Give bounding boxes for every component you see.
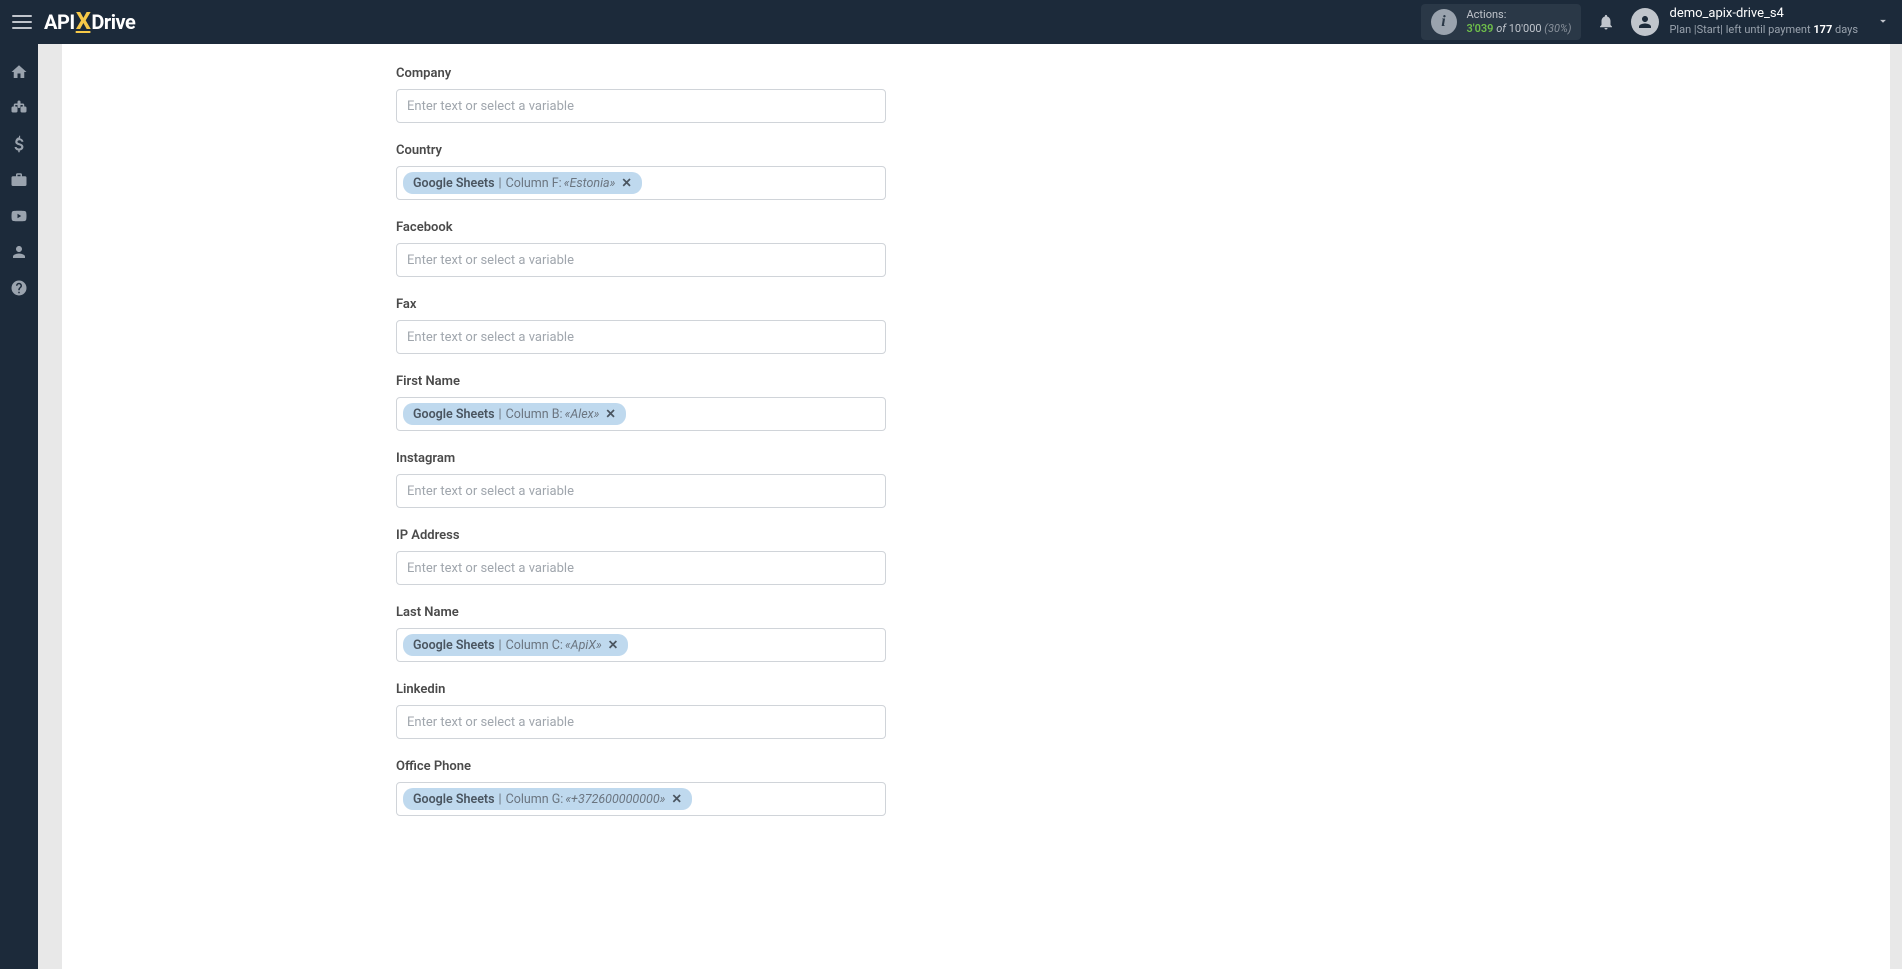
tag-separator: | — [499, 638, 502, 653]
info-icon: i — [1431, 9, 1457, 35]
tag-column: Column G: — [506, 792, 564, 807]
field-label: Fax — [396, 297, 1890, 312]
actions-label: Actions: — [1467, 8, 1572, 22]
field-label: Country — [396, 143, 1890, 158]
form-panel: CompanyEnter text or select a variableCo… — [62, 44, 1890, 969]
close-icon[interactable]: ✕ — [621, 175, 631, 191]
field-input[interactable]: Enter text or select a variable — [396, 89, 886, 123]
user-name: demo_apix-drive_s4 — [1669, 6, 1858, 23]
tag-value: «ApiX» — [565, 638, 602, 653]
field-group: Instagram Enter text or select a variable — [396, 451, 1890, 508]
field-label: Facebook — [396, 220, 1890, 235]
field-placeholder: Enter text or select a variable — [403, 97, 578, 116]
close-icon[interactable]: ✕ — [605, 406, 615, 422]
tag-value: «+372600000000» — [565, 792, 665, 807]
field-label: Company — [396, 66, 1890, 81]
tag-separator: | — [499, 407, 502, 422]
field-input[interactable]: Enter text or select a variable — [396, 551, 886, 585]
field-input[interactable]: Enter text or select a variable — [396, 320, 886, 354]
field-label: Office Phone — [396, 759, 1890, 774]
close-icon[interactable]: ✕ — [671, 791, 681, 807]
variable-tag[interactable]: Google Sheets | Column C: «ApiX» ✕ — [403, 634, 628, 656]
tag-value: «Alex» — [565, 407, 600, 422]
user-text: demo_apix-drive_s4 Plan |Start| left unt… — [1669, 6, 1858, 37]
field-group: IP Address Enter text or select a variabl… — [396, 528, 1890, 585]
variable-tag[interactable]: Google Sheets | Column B: «Alex» ✕ — [403, 403, 626, 425]
sidebar — [0, 44, 38, 969]
user-plan: Plan |Start| left until payment 177 days — [1669, 23, 1858, 37]
field-label: Linkedin — [396, 682, 1890, 697]
logo-part-drive: Drive — [91, 10, 135, 34]
field-input[interactable]: Google Sheets | Column C: «ApiX» ✕ — [396, 628, 886, 662]
field-input[interactable]: Google Sheets | Column F: «Estonia» ✕ — [396, 166, 886, 200]
tag-column: Column F: — [506, 176, 562, 191]
field-group: Company Enter text or select a variable — [396, 66, 1890, 123]
user-icon[interactable] — [9, 242, 29, 262]
field-group: First Name Google Sheets | Column B: «Ale… — [396, 374, 1890, 431]
avatar-icon — [1631, 8, 1659, 36]
field-placeholder: Enter text or select a variable — [403, 559, 578, 578]
field-placeholder: Enter text or select a variable — [403, 328, 578, 347]
tag-column: Column B: — [506, 407, 563, 422]
actions-used: 3'039 — [1467, 22, 1494, 35]
actions-total: 10'000 — [1509, 22, 1542, 35]
field-label: IP Address — [396, 528, 1890, 543]
variable-tag[interactable]: Google Sheets | Column G: «+372600000000… — [403, 788, 692, 810]
tag-column: Column C: — [506, 638, 563, 653]
app-header: APIXDrive i Actions: 3'039 of 10'000 (30… — [0, 0, 1902, 44]
field-group: Linkedin Enter text or select a variable — [396, 682, 1890, 739]
tag-separator: | — [499, 792, 502, 807]
field-label: Instagram — [396, 451, 1890, 466]
actions-of: of — [1496, 22, 1506, 35]
tag-separator: | — [499, 176, 502, 191]
tag-source: Google Sheets — [413, 792, 495, 807]
bell-icon[interactable] — [1597, 13, 1615, 31]
menu-icon[interactable] — [12, 12, 32, 32]
actions-pct: (30%) — [1544, 22, 1571, 35]
field-input[interactable]: Google Sheets | Column B: «Alex» ✕ — [396, 397, 886, 431]
chevron-down-icon — [1876, 13, 1890, 32]
help-icon[interactable] — [9, 278, 29, 298]
tag-source: Google Sheets — [413, 176, 495, 191]
field-group: Facebook Enter text or select a variable — [396, 220, 1890, 277]
header-right: i Actions: 3'039 of 10'000 (30%) demo_ap… — [1421, 4, 1891, 41]
content-area: CompanyEnter text or select a variableCo… — [38, 44, 1902, 969]
tag-source: Google Sheets — [413, 407, 495, 422]
field-group: Office Phone Google Sheets | Column G: «+… — [396, 759, 1890, 816]
tag-value: «Estonia» — [564, 176, 616, 191]
field-placeholder: Enter text or select a variable — [403, 482, 578, 501]
field-input[interactable]: Google Sheets | Column G: «+372600000000… — [396, 782, 886, 816]
logo[interactable]: APIXDrive — [44, 8, 135, 36]
logo-part-x: X — [76, 7, 91, 35]
field-group: Fax Enter text or select a variable — [396, 297, 1890, 354]
field-label: First Name — [396, 374, 1890, 389]
tag-source: Google Sheets — [413, 638, 495, 653]
field-input[interactable]: Enter text or select a variable — [396, 705, 886, 739]
field-label: Last Name — [396, 605, 1890, 620]
dollar-icon[interactable] — [9, 134, 29, 154]
close-icon[interactable]: ✕ — [608, 637, 618, 653]
actions-counter[interactable]: i Actions: 3'039 of 10'000 (30%) — [1421, 4, 1582, 41]
field-group: Last Name Google Sheets | Column C: «ApiX… — [396, 605, 1890, 662]
user-menu[interactable]: demo_apix-drive_s4 Plan |Start| left unt… — [1631, 6, 1890, 37]
field-input[interactable]: Enter text or select a variable — [396, 474, 886, 508]
youtube-icon[interactable] — [9, 206, 29, 226]
briefcase-icon[interactable] — [9, 170, 29, 190]
home-icon[interactable] — [9, 62, 29, 82]
variable-tag[interactable]: Google Sheets | Column F: «Estonia» ✕ — [403, 172, 642, 194]
field-input[interactable]: Enter text or select a variable — [396, 243, 886, 277]
sitemap-icon[interactable] — [9, 98, 29, 118]
logo-part-api: API — [44, 10, 75, 34]
actions-text: Actions: 3'039 of 10'000 (30%) — [1467, 8, 1572, 37]
field-placeholder: Enter text or select a variable — [403, 251, 578, 270]
field-group: Country Google Sheets | Column F: «Estoni… — [396, 143, 1890, 200]
field-placeholder: Enter text or select a variable — [403, 713, 578, 732]
